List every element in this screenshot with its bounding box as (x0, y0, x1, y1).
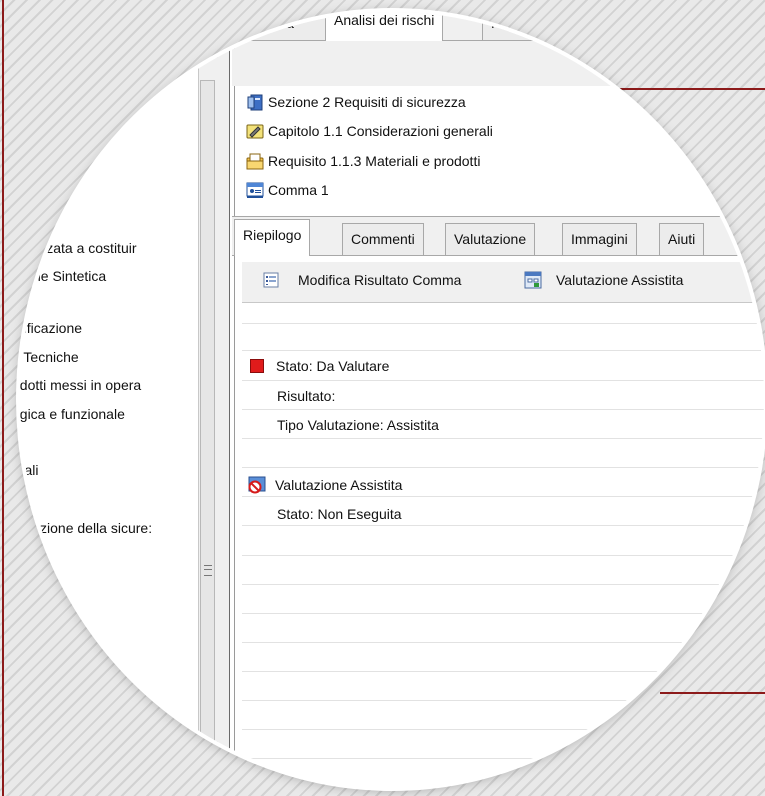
result-text: Risultato: (277, 388, 336, 404)
tree-item[interactable]: egrazione della sicure: (20, 520, 152, 536)
tab-partial[interactable]: Fa (482, 12, 542, 40)
row-separator (242, 323, 764, 324)
assisted-evaluation-row: Valutazione Assistita (248, 476, 402, 494)
status-square-icon (250, 359, 264, 373)
tree-scrollbar[interactable]: ▲ (198, 40, 218, 787)
scroll-thumb[interactable] (200, 80, 215, 780)
row-separator (242, 642, 764, 643)
divider (234, 40, 235, 787)
action-label: Modifica Risultato Comma (298, 272, 462, 288)
modify-result-button[interactable]: Modifica Risultato Comma (262, 271, 461, 289)
comma-icon (246, 182, 264, 199)
app-window: ento utorizzata a costituir izione Sinte… (20, 12, 764, 787)
summary-panel (242, 303, 764, 787)
requirement-icon (246, 153, 264, 170)
assisted-evaluation-icon (524, 271, 542, 289)
status-text: Stato: Da Valutare (276, 358, 390, 374)
scroll-up-arrow-icon[interactable]: ▲ (199, 48, 217, 64)
breadcrumb-section[interactable]: Sezione 2 Requisiti di sicurezza (246, 91, 466, 113)
row-separator (242, 380, 764, 381)
row-separator (242, 438, 764, 439)
main-tab-strip: omma Analisi dei rischi Fa (232, 12, 764, 41)
row-separator (242, 729, 764, 730)
tree-item[interactable]: utorizzata a costituir (20, 240, 137, 256)
breadcrumb-requirement[interactable]: Requisito 1.1.3 Materiali e prodotti (246, 150, 480, 172)
tree-item[interactable]: e Tecniche (20, 349, 79, 365)
breadcrumb-chapter[interactable]: Capitolo 1.1 Considerazioni generali (246, 120, 493, 142)
breadcrumb-label: Requisito 1.1.3 Materiali e prodotti (268, 153, 481, 169)
tree-item[interactable]: erali (20, 462, 38, 478)
tab-immagini[interactable]: Immagini (562, 223, 637, 255)
panel-splitter[interactable] (216, 20, 230, 787)
row-separator (242, 700, 764, 701)
grip-icon (204, 565, 212, 576)
list-edit-icon (262, 271, 280, 289)
breadcrumb-label: Sezione 2 Requisiti di sicurezza (268, 94, 466, 110)
tree-item[interactable]: ento (20, 213, 39, 229)
tree-item[interactable]: izione Sintetica (20, 268, 106, 284)
breadcrumb-label: Capitolo 1.1 Considerazioni generali (268, 123, 493, 139)
detail-tab-strip: Riepilogo Commenti Valutazione Immagini … (232, 216, 764, 256)
breadcrumb-label: Comma 1 (268, 182, 329, 198)
row-separator (242, 613, 764, 614)
evaluation-type-text: Tipo Valutazione: Assistita (277, 417, 439, 433)
tree-item[interactable]: ntificazione (20, 320, 82, 336)
row-separator (242, 467, 764, 468)
tab-valutazione[interactable]: Valutazione (445, 223, 536, 255)
prohibited-icon (248, 476, 266, 494)
tree-item[interactable]: china ai fir (20, 654, 76, 670)
row-separator (242, 584, 764, 585)
toolbar-area (232, 41, 764, 86)
tab-analisi-rischi[interactable]: Analisi dei rischi (325, 12, 444, 41)
row-separator (242, 671, 764, 672)
assisted-evaluation-button[interactable]: Valutazione Assistita (524, 271, 683, 289)
section-icon (246, 94, 264, 111)
decorative-left-rule (2, 0, 4, 796)
tab-commenti[interactable]: Commenti (342, 223, 424, 255)
action-label: Valutazione Assistita (556, 272, 684, 288)
action-toolbar: Modifica Risultato Comma Valutazione Ass… (242, 262, 764, 303)
divider (229, 40, 230, 787)
assisted-evaluation-title: Valutazione Assistita (275, 477, 403, 493)
breadcrumb-comma[interactable]: Comma 1 (246, 179, 329, 201)
row-separator (242, 350, 764, 351)
assisted-evaluation-status: Stato: Non Eseguita (277, 506, 402, 522)
tab-riepilogo[interactable]: Riepilogo (234, 219, 311, 256)
row-separator (242, 496, 764, 497)
tab-comma[interactable]: omma (246, 12, 326, 40)
magnifier-lens: ento utorizzata a costituir izione Sinte… (20, 12, 764, 787)
tab-aiuti[interactable]: Aiuti (659, 223, 705, 255)
tree-item[interactable]: ogica e funzionale (20, 406, 125, 422)
chapter-icon (246, 123, 264, 140)
row-separator (242, 758, 764, 759)
row-separator (242, 409, 764, 410)
row-separator (242, 525, 764, 526)
row-separator (242, 555, 764, 556)
tree-item[interactable]: odotti messi in opera (20, 377, 141, 393)
status-row: Stato: Da Valutare (250, 358, 389, 374)
tree-item[interactable]: dotti (20, 544, 38, 560)
